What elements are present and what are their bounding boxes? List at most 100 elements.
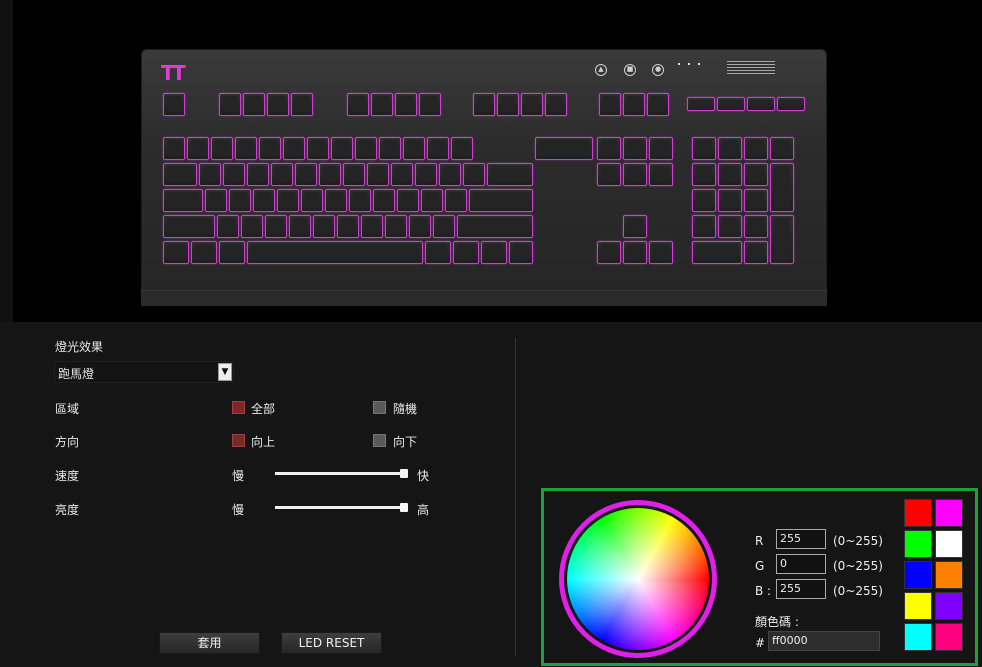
chevron-down-icon[interactable]: ▼ xyxy=(218,363,232,381)
mute-icon: ● xyxy=(652,64,664,76)
color-swatch[interactable] xyxy=(935,530,963,558)
apply-button[interactable]: 套用 xyxy=(159,632,260,654)
keyboard-key xyxy=(313,215,335,238)
keyboard-key xyxy=(692,189,716,212)
keyboard-key xyxy=(241,215,263,238)
zone-random-label[interactable]: 隨機 xyxy=(393,400,417,417)
keyboard-key xyxy=(445,189,467,212)
color-wheel-disc[interactable] xyxy=(567,508,709,650)
keyboard-key xyxy=(229,189,251,212)
keyboard-key xyxy=(295,163,317,186)
keyboard-key xyxy=(509,241,533,264)
keyboard-key xyxy=(163,93,185,116)
keyboard-key xyxy=(433,215,455,238)
keyboard-key xyxy=(385,215,407,238)
keyboard-key xyxy=(283,137,305,160)
effect-dropdown-value: 跑馬燈 xyxy=(58,367,95,381)
effect-dropdown[interactable]: 跑馬燈 ▼ xyxy=(54,361,234,383)
keyboard-key xyxy=(718,137,742,160)
keyboard-key xyxy=(319,163,341,186)
brightness-low-label: 慢 xyxy=(232,503,245,517)
keyboard-key xyxy=(187,137,209,160)
keyboard-key xyxy=(247,163,269,186)
color-wheel[interactable] xyxy=(559,500,717,658)
keyboard-key xyxy=(395,93,417,116)
color-swatch[interactable] xyxy=(904,623,932,651)
keyboard-key xyxy=(289,215,311,238)
direction-up-label[interactable]: 向上 xyxy=(251,433,275,450)
keyboard-image: TT ▲ ■ ● xyxy=(141,49,827,306)
green-input[interactable]: 0 xyxy=(776,554,826,574)
keyboard-key xyxy=(219,93,241,116)
left-strip xyxy=(0,0,13,322)
keyboard-key xyxy=(427,137,449,160)
direction-up-radio[interactable] xyxy=(232,434,245,447)
keyboard-key xyxy=(623,163,647,186)
direction-down-radio[interactable] xyxy=(373,434,386,447)
color-swatch[interactable] xyxy=(935,561,963,589)
keyboard-key xyxy=(770,215,794,264)
keyboard-key xyxy=(415,163,437,186)
keyboard-key xyxy=(291,93,313,116)
brightness-slider-thumb[interactable] xyxy=(400,503,408,512)
keyboard-key xyxy=(457,215,533,238)
keyboard-key xyxy=(451,137,473,160)
keyboard-key xyxy=(253,189,275,212)
blue-label: B : xyxy=(755,584,772,598)
keyboard-base xyxy=(141,290,827,306)
keyboard-key xyxy=(219,241,245,264)
keyboard-key xyxy=(521,93,543,116)
keyboard-key xyxy=(371,93,393,116)
color-swatch[interactable] xyxy=(935,592,963,620)
zone-all-label[interactable]: 全部 xyxy=(251,400,275,417)
hex-color-input[interactable]: ff0000 xyxy=(768,631,880,651)
keyboard-key xyxy=(473,93,495,116)
direction-down-label[interactable]: 向下 xyxy=(393,433,417,450)
keyboard-key xyxy=(770,137,794,160)
color-swatch[interactable] xyxy=(904,561,932,589)
play-pause-icon: ▲ xyxy=(595,64,607,76)
red-range-hint: (0~255) xyxy=(833,534,883,548)
keyboard-key xyxy=(545,93,567,116)
speed-slider-thumb[interactable] xyxy=(400,469,408,478)
speed-slider[interactable] xyxy=(275,469,408,478)
red-input[interactable]: 255 xyxy=(776,529,826,549)
keyboard-key xyxy=(409,215,431,238)
color-swatch[interactable] xyxy=(935,499,963,527)
color-swatch[interactable] xyxy=(904,499,932,527)
keyboard-preview-area: TT ▲ ■ ● xyxy=(0,0,982,322)
color-swatch[interactable] xyxy=(904,592,932,620)
keyboard-key xyxy=(267,93,289,116)
volume-roller-icon xyxy=(727,61,775,75)
keyboard-key xyxy=(777,97,805,111)
keyboard-key xyxy=(718,163,742,186)
keyboard-key xyxy=(307,137,329,160)
effect-label: 燈光效果 xyxy=(55,340,104,354)
keyboard-key xyxy=(597,137,621,160)
blue-range-hint: (0~255) xyxy=(833,584,883,598)
keyboard-key xyxy=(325,189,347,212)
keyboard-key xyxy=(265,215,287,238)
zone-random-radio[interactable] xyxy=(373,401,386,414)
keyboard-key xyxy=(453,241,479,264)
keyboard-key xyxy=(649,163,673,186)
keyboard-key xyxy=(623,215,647,238)
keyboard-key xyxy=(747,97,775,111)
keyboard-key xyxy=(163,241,189,264)
speed-label: 速度 xyxy=(55,469,80,483)
zone-all-radio[interactable] xyxy=(232,401,245,414)
blue-input[interactable]: 255 xyxy=(776,579,826,599)
keyboard-key xyxy=(687,97,715,111)
keyboard-key xyxy=(367,163,389,186)
keyboard-key xyxy=(301,189,323,212)
color-swatch[interactable] xyxy=(904,530,932,558)
keyboard-key xyxy=(163,189,203,212)
led-reset-button[interactable]: LED RESET xyxy=(281,632,382,654)
keyboard-key xyxy=(481,241,507,264)
color-swatch[interactable] xyxy=(935,623,963,651)
keyboard-key xyxy=(191,241,217,264)
keyboard-key xyxy=(647,93,669,116)
keyboard-key xyxy=(211,137,233,160)
keyboard-key xyxy=(744,137,768,160)
brightness-slider[interactable] xyxy=(275,503,408,512)
